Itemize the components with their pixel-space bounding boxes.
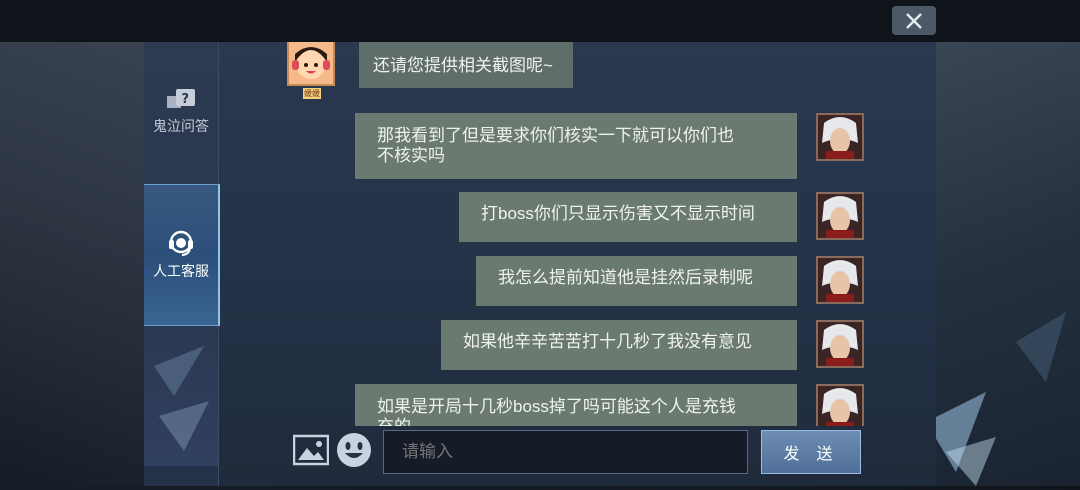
send-button[interactable]: 发 送 — [761, 430, 861, 474]
chat-area: 媛媛 还请您提供相关截图呢~ 那我看到了但是要求你们核实一下就可以你们也 不核实… — [218, 42, 936, 426]
user-avatar-image — [818, 386, 862, 426]
sidebar-item-faq[interactable]: ? 鬼泣问答 — [144, 82, 218, 142]
user-avatar-image — [818, 194, 862, 238]
sidebar-item-label: 人工客服 — [153, 263, 209, 279]
chat-message-user: 那我看到了但是要求你们核实一下就可以你们也 不核实吗 — [355, 113, 797, 179]
user-avatar — [816, 320, 864, 368]
chat-message-agent: 还请您提供相关截图呢~ — [359, 42, 573, 88]
sidebar-item-human-support[interactable]: 人工客服 — [144, 184, 220, 326]
close-icon — [906, 12, 922, 29]
user-avatar — [816, 113, 864, 161]
chat-message-user: 如果是开局十几秒boss掉了吗可能这个人是充钱 充的 — [355, 384, 797, 426]
agent-name-badge: 媛媛 — [303, 88, 321, 99]
user-avatar — [816, 384, 864, 426]
image-button[interactable] — [292, 434, 330, 470]
chat-message-user: 如果他辛辛苦苦打十几秒了我没有意见 — [441, 320, 797, 370]
background-left — [0, 42, 144, 486]
sidebar-item-label: 鬼泣问答 — [153, 118, 209, 134]
input-bar: 发 送 — [218, 426, 936, 486]
agent-avatar-image — [289, 42, 333, 84]
message-line: 那我看到了但是要求你们核实一下就可以你们也 — [377, 126, 734, 145]
sidebar: ? 鬼泣问答 人工客服 — [144, 42, 220, 486]
emoji-icon — [337, 433, 371, 467]
headset-icon — [169, 230, 193, 256]
user-avatar — [816, 256, 864, 304]
svg-text:?: ? — [182, 92, 190, 107]
user-avatar-image — [818, 322, 862, 366]
chat-message-user: 打boss你们只显示伤害又不显示时间 — [459, 192, 797, 242]
emoji-button[interactable] — [336, 432, 372, 472]
image-icon — [292, 434, 330, 466]
message-line: 不核实吗 — [377, 146, 445, 165]
user-avatar-image — [818, 258, 862, 302]
support-panel: ? 鬼泣问答 人工客服 媛媛 还请您提供相关截图呢~ 那我看到了但是要求你们核实… — [144, 42, 936, 486]
user-avatar-image — [818, 115, 862, 159]
sidebar-decoration — [144, 326, 218, 466]
agent-avatar — [287, 42, 335, 86]
message-input[interactable] — [383, 430, 748, 474]
close-button[interactable] — [892, 6, 936, 35]
message-line: 充的 — [377, 417, 775, 426]
user-avatar — [816, 192, 864, 240]
question-chat-icon: ? — [167, 89, 195, 108]
ice-shard-decoration — [926, 312, 1066, 486]
background-right — [926, 42, 1080, 486]
chat-message-user: 我怎么提前知道他是挂然后录制呢 — [476, 256, 797, 306]
message-line: 如果是开局十几秒boss掉了吗可能这个人是充钱 — [377, 397, 736, 416]
